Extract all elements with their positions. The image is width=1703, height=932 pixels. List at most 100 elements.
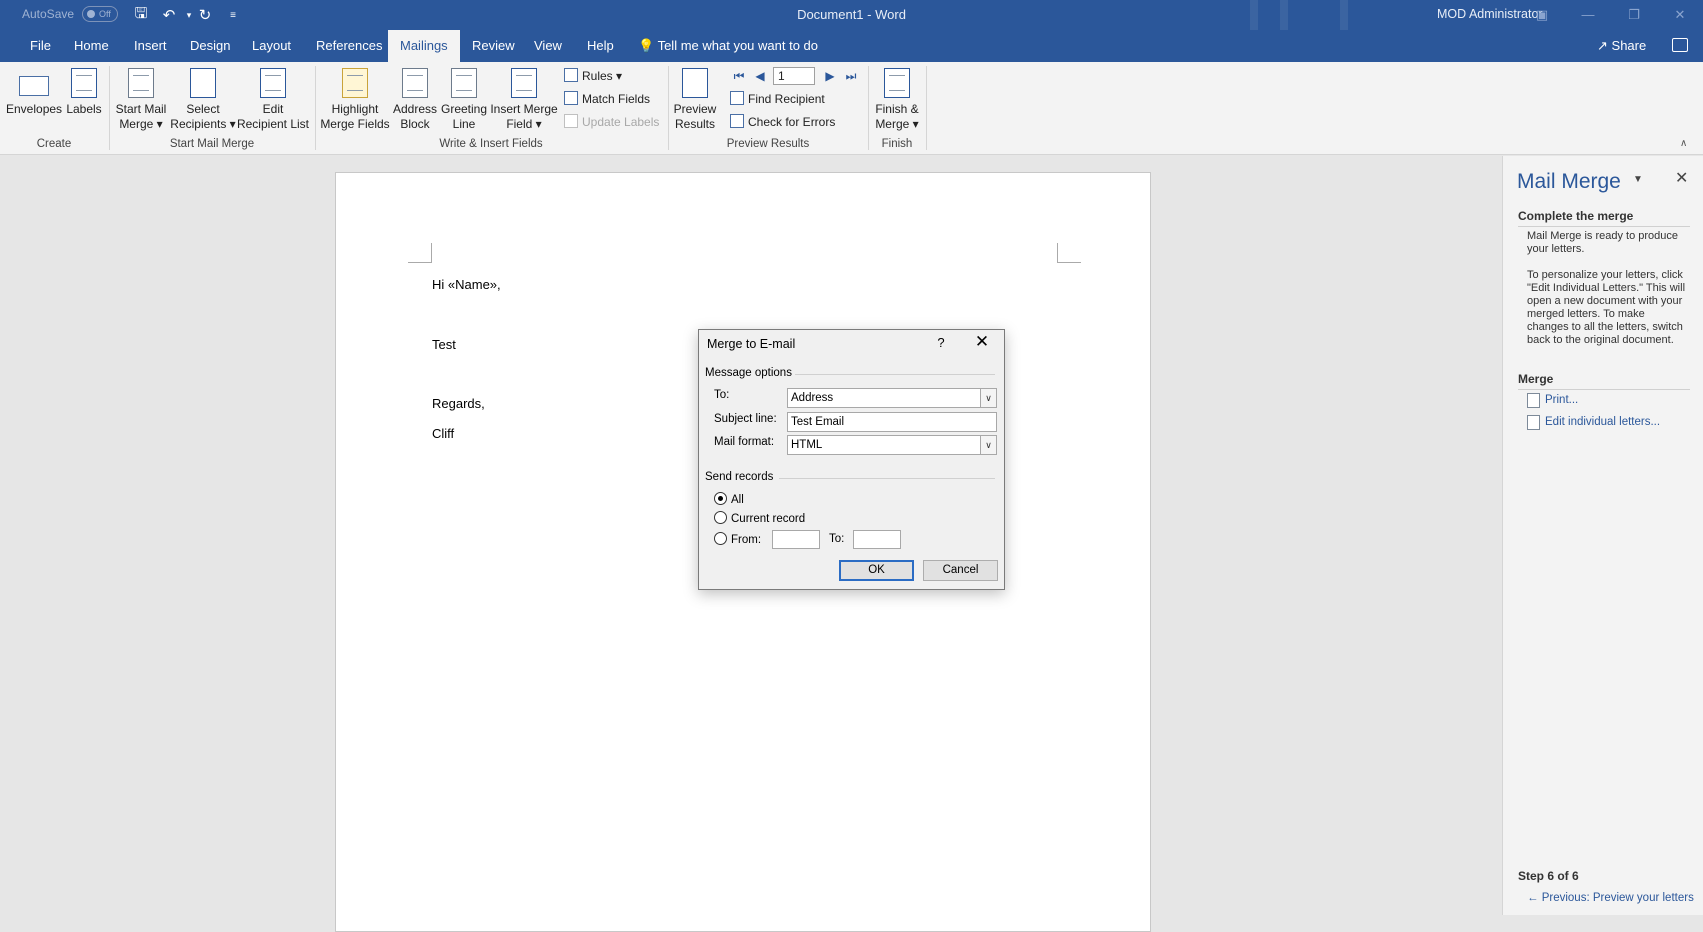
cancel-button[interactable]: Cancel <box>923 560 998 581</box>
first-record-icon[interactable]: ⏮ <box>731 68 747 84</box>
last-record-icon[interactable]: ⏭ <box>843 68 859 84</box>
edit-letters-link[interactable]: Edit individual letters... <box>1545 416 1660 428</box>
share-button[interactable]: ↗ Share <box>1597 30 1646 62</box>
tab-help[interactable]: Help <box>575 30 626 62</box>
user-name[interactable]: MOD Administrator <box>1437 7 1543 21</box>
match-fields-label: Match Fields <box>582 92 651 106</box>
highlight-label-1: Highlight <box>331 102 379 116</box>
tab-references[interactable]: References <box>304 30 394 62</box>
select-recipients-button[interactable]: Select Recipients ▾ <box>170 68 236 132</box>
tell-me-text: Tell me what you want to do <box>657 38 818 53</box>
envelopes-button[interactable]: Envelopes <box>6 68 62 117</box>
next-record-icon[interactable]: ▶ <box>822 68 838 84</box>
check-errors-button[interactable]: Check for Errors <box>730 112 835 132</box>
finish-merge-button[interactable]: Finish & Merge ▾ <box>870 68 924 132</box>
tab-view[interactable]: View <box>522 30 574 62</box>
mail-format-select[interactable]: HTML ∨ <box>787 435 997 455</box>
comments-icon[interactable] <box>1672 38 1688 52</box>
share-icon: ↗ <box>1597 38 1608 53</box>
document-line[interactable]: Regards, <box>432 396 485 411</box>
select-recipients-label-2: Recipients ▾ <box>170 117 236 131</box>
tab-layout[interactable]: Layout <box>240 30 303 62</box>
radio-all-button[interactable] <box>714 492 727 505</box>
find-recipient-icon <box>730 91 744 105</box>
match-fields-icon <box>564 91 578 105</box>
autosave-toggle[interactable]: Off <box>82 6 118 22</box>
recipients-icon <box>190 68 216 98</box>
title-decoration <box>1280 0 1288 30</box>
update-labels-icon <box>564 114 578 128</box>
document-line[interactable]: Cliff <box>432 426 454 441</box>
document-line[interactable]: Hi «Name», <box>432 277 501 292</box>
document-line[interactable]: Test <box>432 337 456 352</box>
close-icon[interactable]: ✕ <box>970 333 994 353</box>
share-label: Share <box>1611 38 1647 53</box>
highlight-icon <box>342 68 368 98</box>
match-fields-button[interactable]: Match Fields <box>564 89 650 109</box>
previous-step-link[interactable]: ← Previous: Preview your letters <box>1527 892 1702 904</box>
rules-label: Rules ▾ <box>582 69 623 83</box>
customize-qat-icon[interactable]: ≡ <box>222 4 244 26</box>
help-icon[interactable]: ? <box>931 335 951 350</box>
group-label-preview-results: Preview Results <box>726 138 810 150</box>
highlight-merge-fields-button[interactable]: Highlight Merge Fields <box>320 68 390 132</box>
rules-button[interactable]: Rules ▾ <box>564 66 622 86</box>
insert-field-label-2: Field ▾ <box>506 117 542 131</box>
preview-label-2: Results <box>674 117 715 131</box>
tell-me-search[interactable]: 💡 Tell me what you want to do <box>638 30 818 62</box>
tab-insert[interactable]: Insert <box>122 30 179 62</box>
tab-file[interactable]: File <box>18 30 63 62</box>
insert-merge-field-button[interactable]: Insert Merge Field ▾ <box>488 68 560 132</box>
chevron-down-icon[interactable]: ∨ <box>980 436 996 454</box>
address-block-button[interactable]: Address Block <box>390 68 440 132</box>
tab-mailings[interactable]: Mailings <box>388 30 460 62</box>
record-number-input[interactable]: 1 <box>773 67 815 85</box>
chevron-down-icon[interactable]: ∨ <box>980 389 996 407</box>
collapse-ribbon-icon[interactable]: ∧ <box>1680 138 1687 149</box>
tab-design[interactable]: Design <box>178 30 242 62</box>
undo-icon[interactable]: ↶ <box>158 4 180 26</box>
radio-current-record[interactable]: Current record <box>714 511 805 527</box>
radio-all-label: All <box>731 494 744 506</box>
radio-from[interactable]: From: <box>714 532 761 548</box>
from-input[interactable] <box>772 530 820 549</box>
radio-all[interactable]: All <box>714 492 744 508</box>
save-icon[interactable]: 🖫 <box>130 4 152 26</box>
radio-from-button[interactable] <box>714 532 727 545</box>
subject-input[interactable]: Test Email <box>787 412 997 432</box>
select-recipients-label-1: Select <box>186 102 220 116</box>
lightbulb-icon: 💡 <box>638 38 655 53</box>
to-record-label: To: <box>829 533 845 545</box>
to-select[interactable]: Address ∨ <box>787 388 997 408</box>
pane-paragraph: Mail Merge is ready to produce your lett… <box>1527 230 1679 255</box>
minimize-icon[interactable]: — <box>1576 4 1600 26</box>
margin-marker <box>408 243 432 263</box>
tab-home[interactable]: Home <box>62 30 121 62</box>
finish-label-1: Finish & <box>875 102 919 116</box>
insert-merge-field-icon <box>511 68 537 98</box>
labels-button[interactable]: Labels <box>64 68 104 117</box>
group-label-start-mail-merge: Start Mail Merge <box>169 138 255 150</box>
pane-heading-complete: Complete the merge <box>1518 209 1691 227</box>
ribbon-display-icon[interactable]: ▣ <box>1530 4 1554 26</box>
restore-icon[interactable]: ❐ <box>1622 4 1646 26</box>
tab-review[interactable]: Review <box>460 30 527 62</box>
preview-results-button[interactable]: Preview Results <box>672 68 718 132</box>
find-recipient-button[interactable]: Find Recipient <box>730 89 825 109</box>
close-pane-icon[interactable]: ✕ <box>1675 168 1688 188</box>
close-window-icon[interactable]: ✕ <box>1668 4 1692 26</box>
ok-button[interactable]: OK <box>839 560 914 581</box>
start-mail-merge-button[interactable]: Start Mail Merge ▾ <box>112 68 170 132</box>
pane-title: Mail Merge <box>1517 170 1621 193</box>
previous-record-icon[interactable]: ◀ <box>752 68 768 84</box>
pane-options-icon[interactable]: ▼ <box>1633 174 1643 185</box>
to-record-input[interactable] <box>853 530 901 549</box>
pane-heading-merge: Merge <box>1518 372 1692 390</box>
edit-recipient-list-button[interactable]: Edit Recipient List <box>236 68 310 132</box>
redo-icon[interactable]: ↻ <box>194 4 216 26</box>
print-link[interactable]: Print... <box>1545 394 1578 406</box>
radio-current-button[interactable] <box>714 511 727 524</box>
margin-marker <box>1057 243 1081 263</box>
greeting-line-button[interactable]: Greeting Line <box>440 68 488 132</box>
group-label-create: Create <box>36 138 72 150</box>
